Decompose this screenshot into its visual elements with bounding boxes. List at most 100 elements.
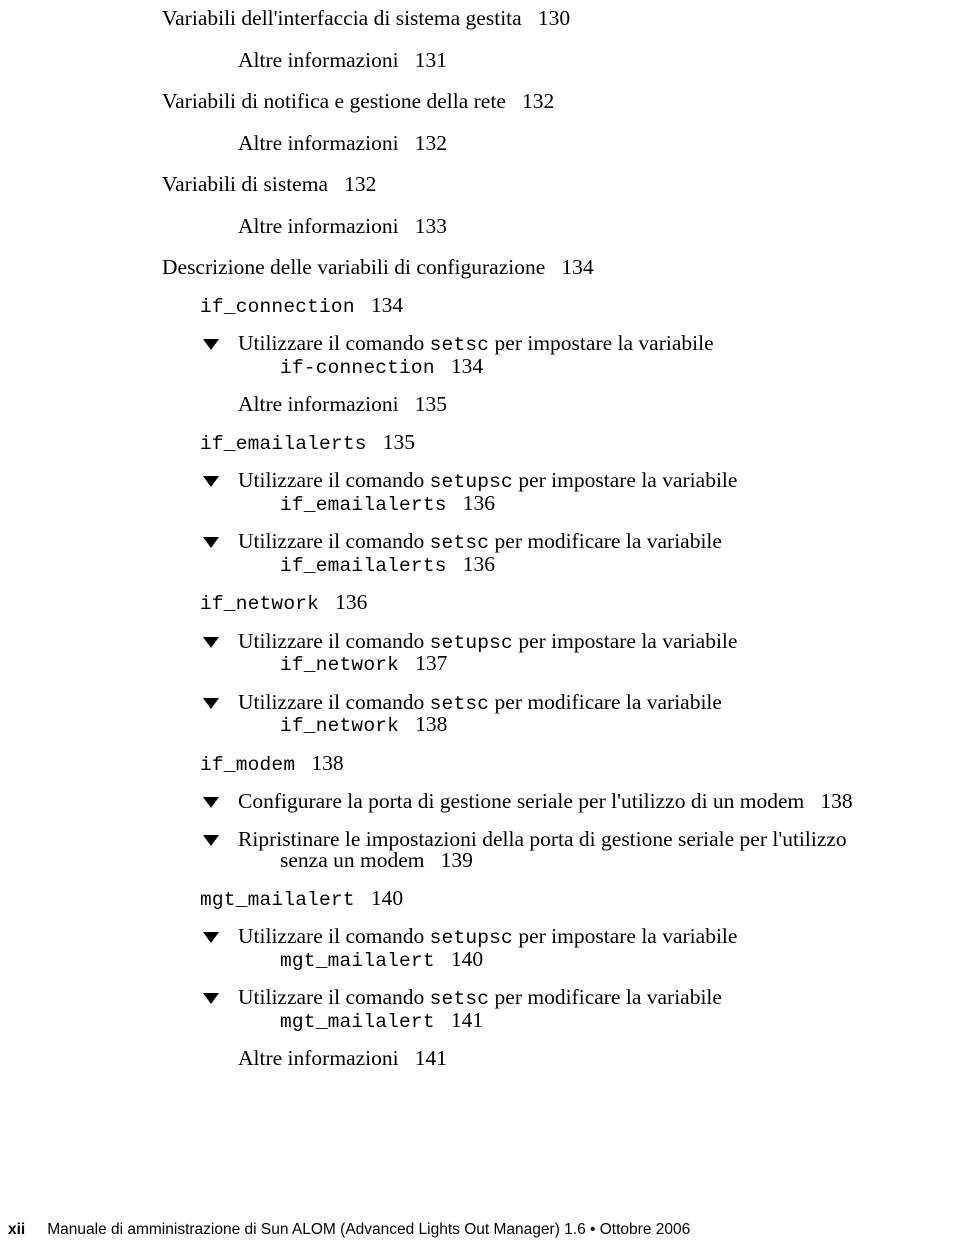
toc-entry[interactable]: Variabili dell'interfaccia di sistema ge… bbox=[162, 6, 960, 30]
toc-entry[interactable]: Variabili di sistema 132 bbox=[162, 172, 960, 196]
procedure-continuation: if-connection 134 bbox=[280, 353, 960, 379]
triangle-bullet-icon bbox=[203, 932, 219, 944]
toc-entry-procedure[interactable]: Utilizzare il comando setsc per modifica… bbox=[203, 529, 960, 577]
procedure-label: Utilizzare il comando setupsc per impost… bbox=[238, 468, 738, 493]
variable-name: if_emailalerts bbox=[280, 554, 447, 577]
procedure-label: Utilizzare il comando setupsc per impost… bbox=[238, 628, 738, 654]
procedure-label: Utilizzare il comando setsc per modifica… bbox=[238, 529, 722, 554]
toc-entry[interactable]: Altre informazioni 132 bbox=[238, 130, 960, 155]
toc-entry-page: 138 bbox=[820, 789, 853, 813]
toc-entry-page: 138 bbox=[415, 712, 448, 736]
toc-entry-label: Altre informazioni bbox=[238, 1046, 399, 1070]
toc-entry-variable[interactable]: if_modem 138 bbox=[200, 750, 960, 776]
toc-entry-page: 141 bbox=[414, 1046, 447, 1070]
toc-entry-page: 138 bbox=[311, 750, 344, 775]
variable-name: if_network bbox=[280, 654, 400, 676]
command-name: setupsc bbox=[429, 471, 513, 493]
toc-entry-page: 135 bbox=[382, 429, 416, 454]
toc-entry-page: 132 bbox=[344, 172, 377, 196]
page-footer: xii Manuale di amministrazione di Sun ALO… bbox=[0, 1221, 960, 1239]
command-name: setsc bbox=[429, 532, 490, 554]
toc-entry-page: 130 bbox=[537, 6, 571, 30]
toc-entry-procedure[interactable]: Utilizzare il comando setsc per modifica… bbox=[203, 689, 960, 737]
triangle-bullet-icon bbox=[203, 697, 219, 709]
triangle-bullet-icon bbox=[203, 339, 219, 351]
page-folio: xii bbox=[8, 1221, 26, 1238]
variable-name: if_emailalerts bbox=[280, 493, 447, 516]
variable-name: if_network bbox=[280, 715, 400, 737]
triangle-bullet-icon bbox=[203, 476, 219, 488]
procedure-continuation: if_network 138 bbox=[280, 712, 960, 737]
toc-entry-label: Variabili di notifica e gestione della r… bbox=[162, 89, 506, 113]
toc-entry-procedure[interactable]: Utilizzare il comando setupsc per impost… bbox=[203, 628, 960, 676]
variable-name: mgt_mailalert bbox=[200, 888, 355, 911]
triangle-bullet-icon bbox=[203, 537, 219, 549]
procedure-continuation: senza un modem 139 bbox=[280, 848, 473, 872]
toc-entry-variable[interactable]: if_emailalerts 135 bbox=[200, 429, 960, 455]
procedure-label: Ripristinare le impostazioni della porta… bbox=[238, 826, 847, 851]
toc-entry-page: 137 bbox=[415, 651, 448, 675]
toc-entry-procedure[interactable]: Utilizzare il comando setupsc per impost… bbox=[203, 468, 960, 516]
toc-entry[interactable]: Altre informazioni 135 bbox=[238, 392, 960, 416]
procedure-label: Utilizzare il comando setsc per modifica… bbox=[238, 985, 722, 1010]
toc-entry-page: 132 bbox=[414, 130, 447, 155]
command-name: setupsc bbox=[429, 927, 513, 949]
variable-name: if-connection bbox=[280, 356, 435, 379]
toc-entry-page: 136 bbox=[335, 590, 368, 614]
toc-entry-label: Descrizione delle variabili di configura… bbox=[162, 255, 546, 279]
toc-entry[interactable]: Altre informazioni 133 bbox=[238, 213, 960, 238]
variable-name: if_connection bbox=[200, 295, 355, 318]
procedure-label: Utilizzare il comando setupsc per impost… bbox=[238, 924, 738, 949]
variable-name: mgt_mailalert bbox=[280, 1010, 435, 1033]
variable-name: if_modem bbox=[200, 753, 296, 776]
toc-entry-variable[interactable]: if_connection 134 bbox=[200, 292, 960, 318]
toc-entry-page: 134 bbox=[370, 292, 404, 317]
toc-entry-page: 136 bbox=[462, 551, 496, 576]
triangle-bullet-icon bbox=[203, 797, 219, 809]
toc-entry-page: 134 bbox=[450, 353, 484, 378]
footer-title: Manuale di amministrazione di Sun ALOM (… bbox=[47, 1221, 691, 1238]
toc-entry[interactable]: Descrizione delle variabili di configura… bbox=[162, 255, 960, 279]
variable-name: mgt_mailalert bbox=[280, 949, 435, 972]
toc-entry-label: Altre informazioni bbox=[238, 213, 399, 238]
command-name: setsc bbox=[429, 988, 490, 1010]
toc-entry-page: 135 bbox=[414, 392, 447, 416]
toc-entry-page: 131 bbox=[414, 47, 447, 72]
toc-entry-procedure[interactable]: Ripristinare le impostazioni della porta… bbox=[203, 826, 960, 872]
procedure-continuation: if_emailalerts 136 bbox=[280, 492, 960, 516]
toc-entry-label: Variabili dell'interfaccia di sistema ge… bbox=[162, 6, 522, 30]
triangle-bullet-icon bbox=[203, 636, 219, 648]
toc-entry[interactable]: Altre informazioni 141 bbox=[238, 1046, 960, 1070]
toc-entry-label: Variabili di sistema bbox=[162, 172, 328, 196]
toc-entry-label: Altre informazioni bbox=[238, 47, 399, 72]
procedure-label: Configurare la porta di gestione seriale… bbox=[238, 789, 853, 813]
toc-entry-page: 132 bbox=[522, 89, 555, 113]
toc-entry-procedure[interactable]: Utilizzare il comando setupsc per impost… bbox=[203, 924, 960, 972]
toc-entry-page: 141 bbox=[450, 1007, 484, 1032]
toc-entry-label: Altre informazioni bbox=[238, 392, 399, 416]
procedure-continuation: if_emailalerts 136 bbox=[280, 551, 960, 577]
toc-entry-page: 133 bbox=[414, 213, 447, 238]
toc-entry-page: 140 bbox=[450, 946, 484, 971]
toc-entry-page: 140 bbox=[370, 885, 404, 910]
toc-entry[interactable]: Altre informazioni 131 bbox=[238, 47, 960, 72]
toc-entry-variable[interactable]: mgt_mailalert 140 bbox=[200, 885, 960, 911]
procedure-continuation: mgt_mailalert 140 bbox=[280, 946, 960, 972]
toc-entry-page: 139 bbox=[440, 848, 473, 872]
toc-entry-variable[interactable]: if_network 136 bbox=[200, 590, 960, 615]
toc-entry-label: Altre informazioni bbox=[238, 130, 399, 155]
triangle-bullet-icon bbox=[203, 834, 219, 846]
table-of-contents: Variabili dell'interfaccia di sistema ge… bbox=[0, 0, 960, 1070]
procedure-label: Utilizzare il comando setsc per modifica… bbox=[238, 689, 722, 715]
variable-name: if_emailalerts bbox=[200, 432, 367, 455]
toc-entry-procedure[interactable]: Utilizzare il comando setsc per impostar… bbox=[203, 332, 960, 379]
procedure-continuation: if_network 137 bbox=[280, 651, 960, 676]
variable-name: if_network bbox=[200, 593, 320, 615]
toc-entry-procedure[interactable]: Utilizzare il comando setsc per modifica… bbox=[203, 985, 960, 1033]
toc-entry-procedure[interactable]: Configurare la porta di gestione seriale… bbox=[203, 789, 960, 813]
toc-entry-page: 134 bbox=[561, 255, 594, 279]
procedure-continuation: mgt_mailalert 141 bbox=[280, 1007, 960, 1033]
command-name: setsc bbox=[429, 334, 490, 356]
triangle-bullet-icon bbox=[203, 993, 219, 1005]
toc-entry[interactable]: Variabili di notifica e gestione della r… bbox=[162, 89, 960, 113]
